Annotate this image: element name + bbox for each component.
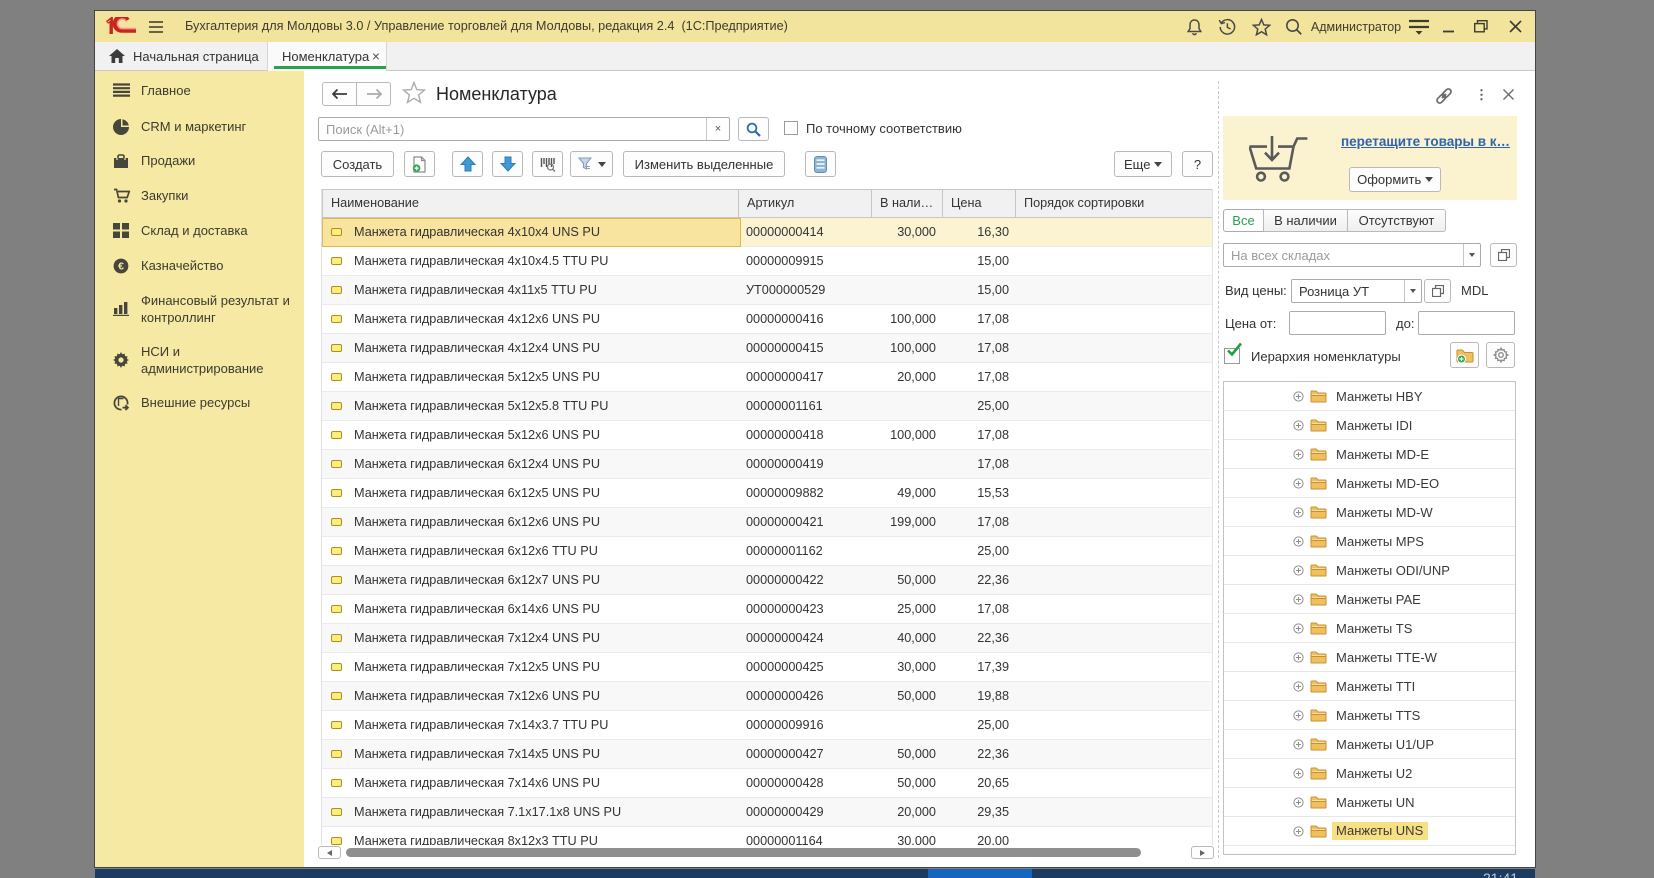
svg-text:€: € — [118, 261, 124, 273]
